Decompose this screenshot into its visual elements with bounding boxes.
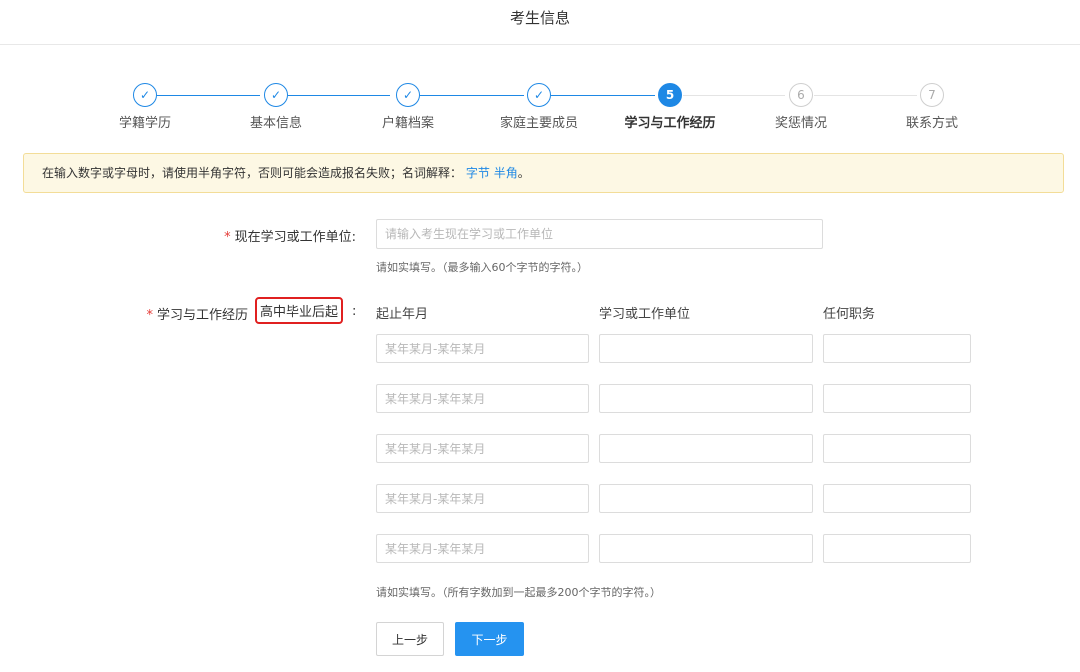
step-2: ✓ 基本信息 (216, 83, 336, 131)
check-icon: ✓ (396, 83, 420, 107)
current-unit-hint: 请如实填写。（最多输入60个字节的字符。） (376, 261, 588, 274)
column-unit: 学习或工作单位 (599, 307, 691, 322)
notice-banner: 在输入数字或字母时，请使用半角字符，否则可能会造成报名失败；名词解释： 字节 半… (23, 153, 1064, 193)
period-input[interactable] (376, 334, 589, 363)
byte-link[interactable]: 字节 (466, 166, 490, 180)
step-6: 6 奖惩情况 (741, 83, 861, 131)
page-header: 考生信息 (0, 0, 1080, 45)
check-icon: ✓ (264, 83, 288, 107)
notice-end: 。 (517, 166, 530, 180)
position-input[interactable] (823, 484, 971, 513)
step-label: 家庭主要成员 (499, 116, 578, 131)
prev-button[interactable]: 上一步 (376, 622, 444, 656)
step-4: ✓ 家庭主要成员 (479, 83, 599, 131)
step-label: 联系方式 (905, 116, 958, 131)
history-label: * 学习与工作经历 (146, 308, 248, 323)
unit-input[interactable] (599, 384, 813, 413)
unit-input[interactable] (599, 534, 813, 563)
position-input[interactable] (823, 334, 971, 363)
step-number: 5 (658, 83, 682, 107)
column-position: 任何职务 (823, 307, 876, 322)
step-1: ✓ 学籍学历 (85, 83, 205, 131)
period-input[interactable] (376, 484, 589, 513)
current-unit-input[interactable] (376, 219, 823, 249)
required-mark: * (146, 308, 153, 323)
step-label: 学习与工作经历 (624, 116, 716, 131)
position-input[interactable] (823, 384, 971, 413)
progress-steps: ✓ 学籍学历 ✓ 基本信息 ✓ 户籍档案 ✓ 家庭主要成员 5 学习与工作经历 … (0, 80, 1080, 140)
history-hint: 请如实填写。（所有字数加到一起最多200个字节的字符。） (376, 586, 661, 599)
period-input[interactable] (376, 534, 589, 563)
history-highlight: 高中毕业后起 (255, 297, 343, 324)
step-3: ✓ 户籍档案 (348, 83, 468, 131)
notice-text: 在输入数字或字母时，请使用半角字符，否则可能会造成报名失败；名词解释： (42, 166, 463, 180)
unit-input[interactable] (599, 334, 813, 363)
period-input[interactable] (376, 434, 589, 463)
check-icon: ✓ (133, 83, 157, 107)
unit-input[interactable] (599, 434, 813, 463)
unit-input[interactable] (599, 484, 813, 513)
step-label: 学籍学历 (118, 116, 171, 131)
next-button[interactable]: 下一步 (455, 622, 524, 656)
column-period: 起止年月 (376, 307, 429, 322)
step-label: 基本信息 (249, 116, 302, 131)
position-input[interactable] (823, 534, 971, 563)
step-number: 6 (789, 83, 813, 107)
page-title: 考生信息 (509, 9, 570, 27)
required-mark: * (224, 230, 231, 245)
check-icon: ✓ (527, 83, 551, 107)
half-width-link[interactable]: 半角 (494, 166, 518, 180)
current-unit-label: * 现在学习或工作单位: (224, 230, 356, 245)
step-label: 户籍档案 (381, 116, 434, 131)
history-colon: : (352, 304, 357, 319)
step-number: 7 (920, 83, 944, 107)
step-label: 奖惩情况 (774, 116, 827, 131)
step-7: 7 联系方式 (872, 83, 992, 131)
period-input[interactable] (376, 384, 589, 413)
step-5: 5 学习与工作经历 (610, 83, 730, 131)
position-input[interactable] (823, 434, 971, 463)
